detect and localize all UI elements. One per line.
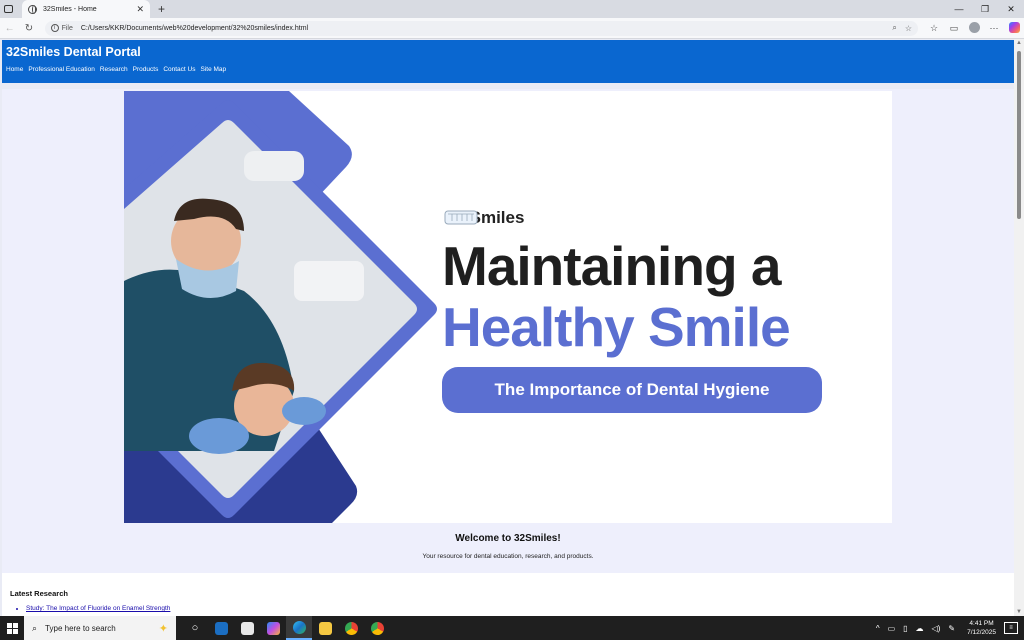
nav-link-contact-us[interactable]: Contact Us <box>163 66 195 73</box>
profile-icon[interactable] <box>964 21 984 35</box>
welcome-text: Your resource for dental education, rese… <box>422 553 594 560</box>
scroll-down-icon[interactable]: ▼ <box>1016 609 1022 615</box>
task-view-icon[interactable]: ○ <box>182 616 208 640</box>
teeth-logo-icon <box>444 210 478 225</box>
battery-icon[interactable]: ▯ <box>903 624 907 633</box>
browser-toolbar: ← ↻ i File C:/Users/KKR/Documents/web%20… <box>0 18 1024 39</box>
notification-icon[interactable]: ≡ <box>1004 622 1018 634</box>
scroll-up-icon[interactable]: ▲ <box>1016 40 1022 46</box>
clock-time: 4:41 PM <box>969 620 994 627</box>
brand-logo: 32 Smiles <box>444 208 524 228</box>
browser-tab[interactable]: 32Smiles - Home ✕ <box>22 0 150 18</box>
browser-tab-bar: 32Smiles - Home ✕ + — ❐ ✕ <box>0 0 1024 18</box>
welcome-heading: Welcome to 32Smiles! <box>455 533 561 544</box>
globe-icon <box>28 4 37 14</box>
more-menu-icon[interactable]: ⋯ <box>984 23 1004 34</box>
dental-chair <box>294 261 364 301</box>
tray-chevron-icon[interactable]: ^ <box>876 624 880 633</box>
window-controls: — ❐ ✕ <box>946 0 1024 18</box>
copilot-icon[interactable] <box>1004 21 1024 35</box>
taskbar-search[interactable]: ⌕ Type here to search ✦ <box>24 616 176 640</box>
welcome-section: Welcome to 32Smiles! Your resource for d… <box>2 523 1014 560</box>
file-explorer-icon[interactable] <box>312 616 338 640</box>
back-icon[interactable]: ← <box>0 23 19 34</box>
research-list: Study: The Impact of Fluoride on Enamel … <box>10 605 1006 612</box>
search-icon: ⌕ <box>32 622 38 633</box>
address-bar[interactable]: i File C:/Users/KKR/Documents/web%20deve… <box>44 20 919 36</box>
clock-date: 7/12/2025 <box>967 629 996 636</box>
zoom-icon[interactable]: ⌕ <box>892 23 896 33</box>
close-window-icon[interactable]: ✕ <box>998 0 1024 18</box>
taskbar-clock[interactable]: 4:41 PM 7/12/2025 <box>967 619 996 637</box>
tab-title: 32Smiles - Home <box>43 5 97 13</box>
site-header: 32Smiles Dental Portal Home Professional… <box>2 40 1014 83</box>
edge-icon[interactable] <box>286 616 312 640</box>
taskbar-apps: ○ <box>182 616 390 640</box>
hero-banner: 32 Smiles Maintaining a Healthy Smile Th… <box>124 91 892 523</box>
taskbar-search-placeholder: Type here to search <box>45 623 116 633</box>
pen-icon[interactable]: ✎ <box>948 624 955 633</box>
page-viewport: 32Smiles Dental Portal Home Professional… <box>0 39 1014 616</box>
chrome-icon[interactable] <box>338 616 364 640</box>
research-section: Latest Research Study: The Impact of Flu… <box>2 573 1014 616</box>
outlook-icon[interactable] <box>208 616 234 640</box>
store-icon[interactable] <box>234 616 260 640</box>
nav-link-professional-education[interactable]: Professional Education <box>28 66 95 73</box>
hero-headline-line1: Maintaining a <box>442 235 781 297</box>
collections-icon[interactable]: ☆ <box>924 23 944 34</box>
address-chip: File <box>61 24 73 32</box>
info-icon[interactable]: i <box>50 24 59 32</box>
restore-icon[interactable]: ❐ <box>972 0 998 18</box>
refresh-icon[interactable]: ↻ <box>19 23 38 34</box>
cloud-icon[interactable]: ☁ <box>916 624 924 633</box>
scrollbar-thumb[interactable] <box>1017 51 1021 219</box>
nav-link-research[interactable]: Research <box>100 66 128 73</box>
research-heading: Latest Research <box>10 589 68 598</box>
tab-actions-icon[interactable] <box>0 0 16 18</box>
close-tab-icon[interactable]: ✕ <box>136 4 144 15</box>
windows-taskbar: ⌕ Type here to search ✦ ○ ^ ▭ ▯ ☁ ◁) ✎ 4… <box>0 616 1024 640</box>
split-screen-icon[interactable]: ▭ <box>944 23 964 34</box>
volume-icon[interactable]: ◁) <box>932 624 941 633</box>
dental-lamp <box>244 151 304 181</box>
minimize-icon[interactable]: — <box>946 0 972 18</box>
windows-logo-icon <box>6 622 18 634</box>
url-text[interactable]: C:/Users/KKR/Documents/web%20development… <box>81 25 884 32</box>
hero-tagline-pill: The Importance of Dental Hygiene <box>442 367 822 413</box>
page-scrollbar[interactable]: ▲ ▼ <box>1014 39 1024 616</box>
system-tray: ^ ▭ ▯ ☁ ◁) ✎ 4:41 PM 7/12/2025 ≡ <box>872 616 1024 640</box>
copilot-app-icon[interactable] <box>260 616 286 640</box>
site-title: 32Smiles Dental Portal <box>6 45 141 59</box>
network-icon[interactable]: ▭ <box>888 624 896 633</box>
nav-link-home[interactable]: Home <box>6 66 23 73</box>
glove-left <box>189 418 249 454</box>
search-highlight-icon: ✦ <box>158 622 168 635</box>
chrome-profile-icon[interactable] <box>364 616 390 640</box>
hero-headline-line2: Healthy Smile <box>442 296 791 358</box>
nav-link-products[interactable]: Products <box>133 66 159 73</box>
site-nav: Home Professional Education Research Pro… <box>6 66 226 73</box>
glove-right <box>282 397 326 425</box>
favorite-star-icon[interactable]: ☆ <box>905 24 912 33</box>
start-button[interactable] <box>0 616 24 640</box>
research-link[interactable]: Study: The Impact of Fluoride on Enamel … <box>26 605 1006 612</box>
new-tab-icon[interactable]: + <box>158 2 165 16</box>
nav-link-site-map[interactable]: Site Map <box>200 66 226 73</box>
